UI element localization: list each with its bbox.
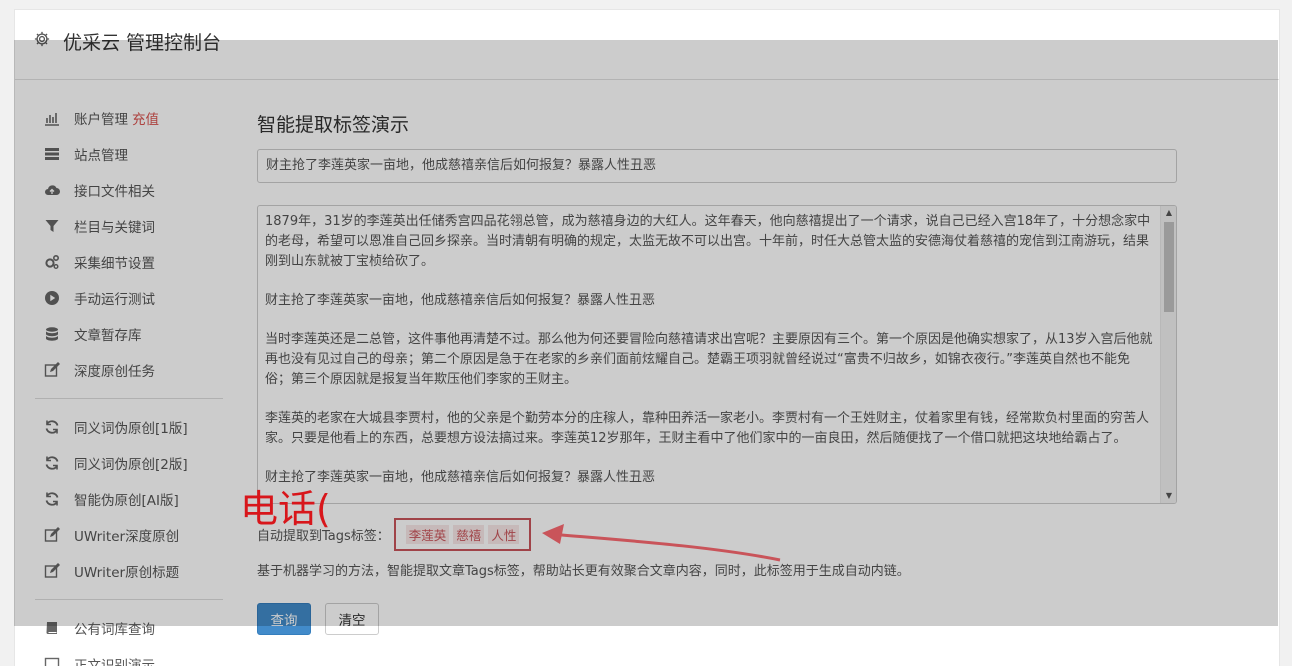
annotation-arrow-icon (542, 524, 781, 562)
body-paragraph: 当时李莲英还是二总管，这件事他再清楚不过。那么他为何还要冒险向慈禧请求出宫呢？主… (265, 332, 1153, 387)
tag-item: 李莲英 (405, 524, 450, 544)
sidebar-item-label: 同义词伪原创[1版] (74, 421, 188, 437)
window-icon (43, 655, 61, 666)
database-icon (43, 325, 61, 343)
tags-highlight-box: 李莲英 慈禧 人性 (393, 517, 532, 551)
article-title-input[interactable]: 财主抢了李莲英家一亩地，他成慈禧亲信后如何报复？暴露人性丑恶 (257, 149, 1177, 183)
phone-annotation: 电话( (240, 487, 331, 531)
server-icon (43, 145, 61, 163)
sidebar-item-label: 同义词伪原创[2版] (74, 457, 188, 473)
sidebar-item-label: 栏目与关键词 (74, 220, 155, 236)
app-title: 优采云 管理控制台 (63, 32, 222, 54)
book-icon (43, 619, 61, 637)
sidebar-item-uwriter-deep[interactable]: UWriter深度原创 (43, 522, 179, 548)
query-button[interactable]: 查询 (257, 603, 311, 635)
edit-icon (43, 562, 61, 580)
sidebar-item-interface-files[interactable]: 接口文件相关 (43, 177, 155, 203)
cogs-icon (43, 253, 61, 271)
sidebar-item-label: 智能伪原创[AI版] (74, 493, 179, 509)
cloud-upload-icon (43, 181, 61, 199)
sidebar-item-sites[interactable]: 站点管理 (43, 141, 128, 167)
sidebar-item-synonym-v2[interactable]: 同义词伪原创[2版] (43, 450, 188, 476)
sidebar-item-label: 深度原创任务 (74, 364, 155, 380)
sidebar-item-label: UWriter深度原创 (74, 529, 180, 545)
page-title: 智能提取标签演示 (257, 114, 410, 136)
refresh-icon (43, 454, 61, 472)
sidebar-item-synonym-v1[interactable]: 同义词伪原创[1版] (43, 414, 188, 440)
sidebar-item-label: UWriter原创标题 (74, 565, 180, 581)
body-paragraph: 财主抢了李莲英家一亩地，他成慈禧亲信后如何报复？暴露人性丑恶 (265, 470, 656, 485)
sidebar-item-content-extraction[interactable]: 正文识别演示 (43, 651, 155, 666)
sidebar-item-deep-original-tasks[interactable]: 深度原创任务 (43, 357, 155, 383)
sidebar-divider (35, 398, 223, 399)
sidebar-item-label: 接口文件相关 (74, 184, 155, 200)
refresh-icon (43, 418, 61, 436)
scroll-down-arrow-icon[interactable]: ▼ (1161, 489, 1176, 503)
sidebar-item-label: 文章暂存库 (74, 328, 142, 344)
gear-icon (33, 30, 51, 48)
body-paragraph: 财主抢了李莲英家一亩地，他成慈禧亲信后如何报复？暴露人性丑恶 (265, 293, 656, 308)
app-header: 优采云 管理控制台 (15, 10, 1279, 80)
article-body-textarea[interactable]: 1879年，31岁的李莲英出任储秀宫四品花翎总管，成为慈禧身边的大红人。这年春天… (257, 205, 1177, 504)
play-circle-icon (43, 289, 61, 307)
edit-icon (43, 526, 61, 544)
sidebar-item-public-dictionary[interactable]: 公有词库查询 (43, 615, 155, 641)
sidebar-item-label: 账户管理 (74, 112, 128, 128)
sidebar-item-collection-settings[interactable]: 采集细节设置 (43, 249, 155, 275)
sidebar-item-article-storage[interactable]: 文章暂存库 (43, 321, 142, 347)
clear-button[interactable]: 清空 (325, 603, 379, 635)
sidebar-item-ai-rewrite[interactable]: 智能伪原创[AI版] (43, 486, 179, 512)
sidebar: 账户管理 充值 站点管理 接口文件相关 栏目与关键词 采集细节设置 手动运行测试… (15, 80, 237, 666)
filter-icon (43, 217, 61, 235)
body-paragraph: 1879年，31岁的李莲英出任储秀宫四品花翎总管，成为慈禧身边的大红人。这年春天… (265, 214, 1151, 269)
tag-item: 人性 (488, 524, 520, 544)
scrollbar-thumb[interactable] (1164, 222, 1174, 312)
edit-icon (43, 361, 61, 379)
tag-item: 慈禧 (453, 524, 485, 544)
bar-chart-icon (43, 109, 61, 127)
recharge-link[interactable]: 充值 (132, 108, 159, 128)
sidebar-item-label: 公有词库查询 (74, 622, 155, 638)
sidebar-item-label: 站点管理 (74, 148, 128, 164)
sidebar-item-manual-run[interactable]: 手动运行测试 (43, 285, 155, 311)
sidebar-item-label: 正文识别演示 (74, 658, 155, 666)
sidebar-item-columns-keywords[interactable]: 栏目与关键词 (43, 213, 155, 239)
sidebar-divider (35, 599, 223, 600)
sidebar-item-uwriter-title[interactable]: UWriter原创标题 (43, 558, 179, 584)
scroll-up-arrow-icon[interactable]: ▲ (1161, 206, 1176, 220)
article-body-text: 1879年，31岁的李莲英出任储秀宫四品花翎总管，成为慈禧身边的大红人。这年春天… (265, 212, 1155, 503)
sidebar-item-label: 手动运行测试 (74, 292, 155, 308)
refresh-icon (43, 490, 61, 508)
textarea-scrollbar[interactable]: ▲ ▼ (1160, 206, 1176, 503)
body-paragraph: 李莲英的老家在大城县李贾村，他的父亲是个勤劳本分的庄稼人，靠种田养活一家老小。李… (265, 411, 1150, 446)
sidebar-item-account[interactable]: 账户管理 充值 (43, 105, 159, 131)
sidebar-item-label: 采集细节设置 (74, 256, 155, 272)
